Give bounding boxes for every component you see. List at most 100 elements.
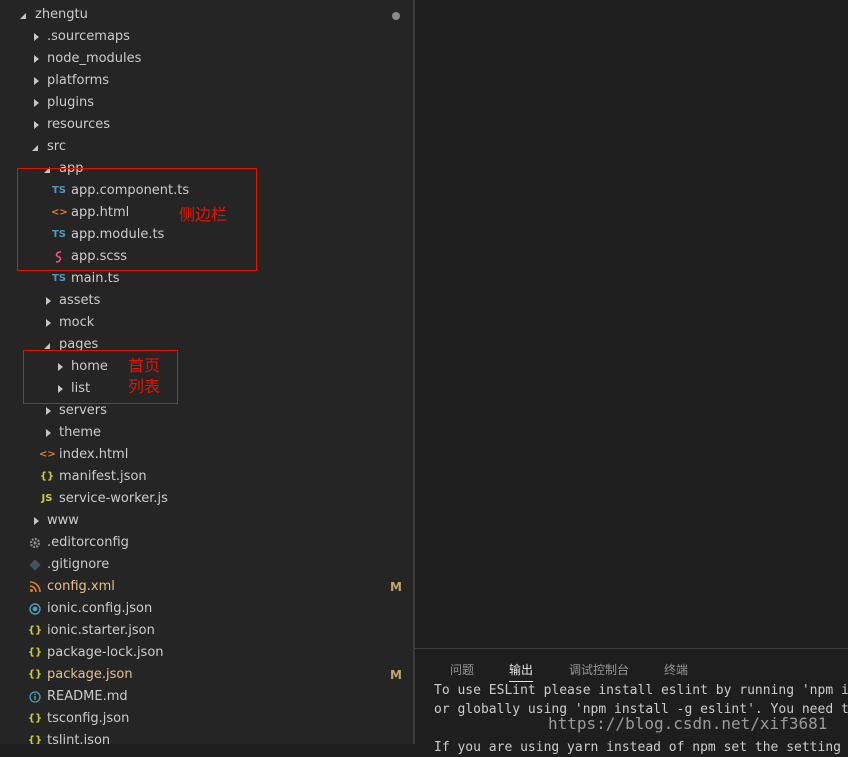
ionic-icon — [27, 598, 43, 620]
modified-dot-icon — [392, 12, 400, 20]
tree-item-label: app.html — [71, 205, 130, 220]
watermark: https://blog.csdn.net/xif3681 — [548, 714, 828, 733]
json-file-icon: {} — [27, 625, 43, 636]
sass-file-icon — [51, 246, 67, 268]
tree-item-label: assets — [59, 293, 101, 308]
typescript-file-icon: TS — [51, 185, 67, 196]
git-modified-badge: M — [390, 580, 402, 594]
chevron-right-icon — [44, 400, 54, 422]
tree-item-label: .gitignore — [47, 557, 110, 572]
tab-problems[interactable]: 问题 — [450, 661, 474, 678]
json-file-icon: {} — [27, 647, 43, 658]
explorer-panel: zhengtu .sourcemaps node_modules platfor… — [0, 0, 413, 744]
tree-file-gitignore[interactable]: .gitignore — [0, 554, 413, 576]
tree-item-label: index.html — [59, 447, 129, 462]
tree-folder-home[interactable]: home — [0, 356, 413, 378]
tree-item-label: platforms — [47, 73, 110, 88]
chevron-right-icon — [44, 312, 54, 334]
tree-item-label: ionic.config.json — [47, 601, 153, 616]
javascript-file-icon: JS — [41, 493, 53, 504]
tree-root-zhengtu[interactable]: zhengtu — [0, 4, 413, 26]
tree-file-service-worker-js[interactable]: JS service-worker.js — [0, 488, 413, 510]
tab-output[interactable]: 输出 — [509, 661, 534, 682]
tree-folder-mock[interactable]: mock — [0, 312, 413, 334]
tree-folder-app[interactable]: app — [0, 158, 413, 180]
typescript-file-icon: TS — [51, 229, 67, 240]
tree-folder-servers[interactable]: servers — [0, 400, 413, 422]
html-file-icon: <> — [39, 449, 56, 460]
tree-file-tslint-json[interactable]: {} tslint.json — [0, 730, 413, 744]
tree-item-label: list — [71, 381, 91, 396]
tree-item-label: plugins — [47, 95, 94, 110]
chevron-right-icon — [32, 26, 42, 48]
annotation-sidebar: 侧边栏 — [179, 205, 228, 224]
output-line: If you are using yarn instead of npm set… — [434, 740, 848, 755]
tree-item-label: app.module.ts — [71, 227, 165, 242]
tree-file-package-lock-json[interactable]: {} package-lock.json — [0, 642, 413, 664]
chevron-right-icon — [32, 48, 42, 70]
tree-folder-node-modules[interactable]: node_modules — [0, 48, 413, 70]
chevron-right-icon — [32, 92, 42, 114]
tree-folder-sourcemaps[interactable]: .sourcemaps — [0, 26, 413, 48]
tree-file-app-scss[interactable]: app.scss — [0, 246, 413, 268]
chevron-down-icon — [20, 4, 30, 26]
json-file-icon: {} — [39, 471, 55, 482]
html-file-icon: <> — [51, 207, 68, 218]
tree-item-label: tslint.json — [47, 733, 111, 744]
tree-item-label: theme — [59, 425, 101, 440]
tree-item-label: app.component.ts — [71, 183, 190, 198]
tree-file-app-component-ts[interactable]: TS app.component.ts — [0, 180, 413, 202]
tree-item-label: src — [47, 139, 66, 154]
chevron-right-icon — [32, 114, 42, 136]
annotation-home: 首页 — [128, 356, 161, 375]
tree-file-readme-md[interactable]: README.md — [0, 686, 413, 708]
json-file-icon: {} — [27, 735, 43, 744]
chevron-right-icon — [44, 422, 54, 444]
tree-item-label: service-worker.js — [59, 491, 168, 506]
typescript-file-icon: TS — [51, 273, 67, 284]
tree-folder-plugins[interactable]: plugins — [0, 92, 413, 114]
tree-root-label: zhengtu — [35, 7, 88, 22]
tree-item-label: app — [59, 161, 84, 176]
editor-area[interactable] — [415, 0, 848, 648]
chevron-right-icon — [56, 356, 66, 378]
tree-folder-src[interactable]: src — [0, 136, 413, 158]
chevron-down-icon — [44, 158, 54, 180]
rss-icon — [27, 576, 43, 598]
annotation-list: 列表 — [128, 377, 161, 396]
gear-icon — [27, 532, 43, 554]
tree-file-package-json[interactable]: {} package.json M — [0, 664, 413, 686]
tree-item-label: .editorconfig — [47, 535, 129, 550]
tree-folder-pages[interactable]: pages — [0, 334, 413, 356]
tree-item-label: README.md — [47, 689, 128, 704]
tree-file-app-module-ts[interactable]: TS app.module.ts — [0, 224, 413, 246]
tree-item-label: .sourcemaps — [47, 29, 130, 44]
tree-folder-platforms[interactable]: platforms — [0, 70, 413, 92]
tree-folder-list[interactable]: list — [0, 378, 413, 400]
tree-item-label: node_modules — [47, 51, 142, 66]
chevron-right-icon — [32, 510, 42, 532]
tree-folder-theme[interactable]: theme — [0, 422, 413, 444]
tree-item-label: app.scss — [71, 249, 128, 264]
tree-item-label: servers — [59, 403, 107, 418]
tree-folder-assets[interactable]: assets — [0, 290, 413, 312]
tree-folder-www[interactable]: www — [0, 510, 413, 532]
tree-item-label: mock — [59, 315, 95, 330]
tree-file-ionic-starter-json[interactable]: {} ionic.starter.json — [0, 620, 413, 642]
json-file-icon: {} — [27, 713, 43, 724]
tree-file-ionic-config-json[interactable]: ionic.config.json — [0, 598, 413, 620]
tree-file-editorconfig[interactable]: .editorconfig — [0, 532, 413, 554]
tree-item-label: package-lock.json — [47, 645, 164, 660]
tree-folder-resources[interactable]: resources — [0, 114, 413, 136]
tree-item-label: ionic.starter.json — [47, 623, 155, 638]
tree-item-label: tsconfig.json — [47, 711, 130, 726]
tree-file-main-ts[interactable]: TS main.ts — [0, 268, 413, 290]
tree-file-manifest-json[interactable]: {} manifest.json — [0, 466, 413, 488]
tree-file-tsconfig-json[interactable]: {} tsconfig.json — [0, 708, 413, 730]
tree-file-index-html[interactable]: <> index.html — [0, 444, 413, 466]
chevron-right-icon — [44, 290, 54, 312]
tree-file-config-xml[interactable]: config.xml M — [0, 576, 413, 598]
tab-terminal[interactable]: 终端 — [664, 661, 688, 678]
chevron-down-icon — [32, 136, 42, 158]
tab-debug-console[interactable]: 调试控制台 — [569, 661, 629, 678]
